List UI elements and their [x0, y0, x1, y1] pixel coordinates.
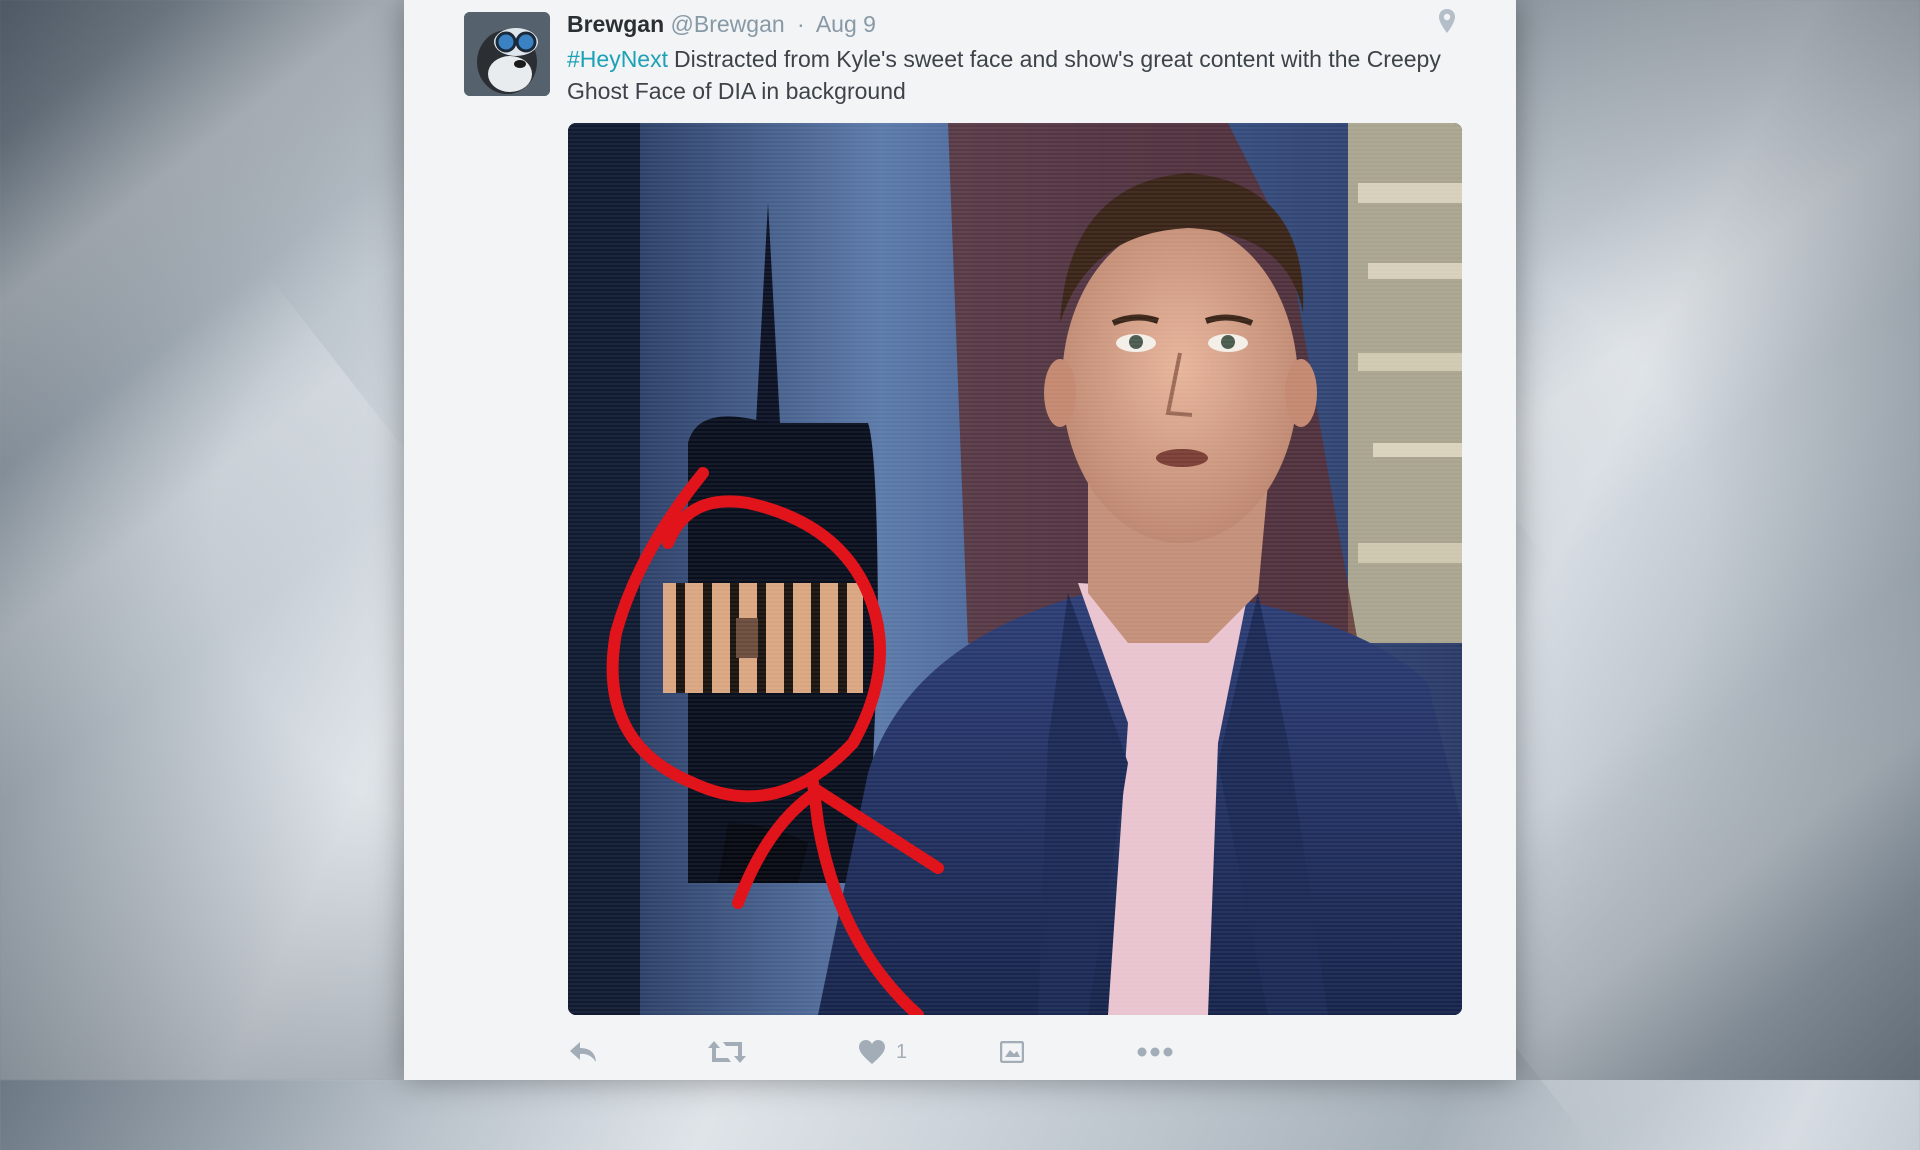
retweet-icon	[708, 1039, 746, 1065]
tweet-date[interactable]: Aug 9	[816, 11, 876, 37]
like-count: 1	[896, 1040, 908, 1063]
moments-button[interactable]	[1000, 1034, 1024, 1070]
separator: ·	[797, 11, 805, 37]
tweet-text: #HeyNext Distracted from Kyle's sweet fac…	[567, 43, 1467, 107]
more-button[interactable]	[1136, 1034, 1174, 1070]
tweet-card: Brewgan @Brewgan · Aug 9 #HeyNext Distrac…	[404, 0, 1516, 1080]
heart-icon	[858, 1039, 886, 1065]
moments-icon	[1000, 1041, 1024, 1063]
location-pin-icon[interactable]	[1438, 8, 1456, 39]
tweet-header: Brewgan @Brewgan · Aug 9	[567, 10, 876, 38]
reply-icon	[568, 1040, 598, 1064]
hashtag-link[interactable]: #HeyNext	[567, 46, 668, 72]
retweet-button[interactable]	[708, 1034, 746, 1070]
tweet-actions: 1	[568, 1034, 1188, 1070]
avatar[interactable]	[464, 12, 550, 96]
tweet-photo[interactable]	[568, 123, 1462, 1015]
author-name[interactable]: Brewgan	[567, 11, 664, 37]
author-handle[interactable]: @Brewgan	[671, 11, 785, 37]
tweet-body: Distracted from Kyle's sweet face and sh…	[567, 46, 1441, 104]
reply-button[interactable]	[568, 1034, 598, 1070]
more-dots-icon	[1136, 1046, 1174, 1058]
like-button[interactable]: 1	[858, 1034, 907, 1070]
